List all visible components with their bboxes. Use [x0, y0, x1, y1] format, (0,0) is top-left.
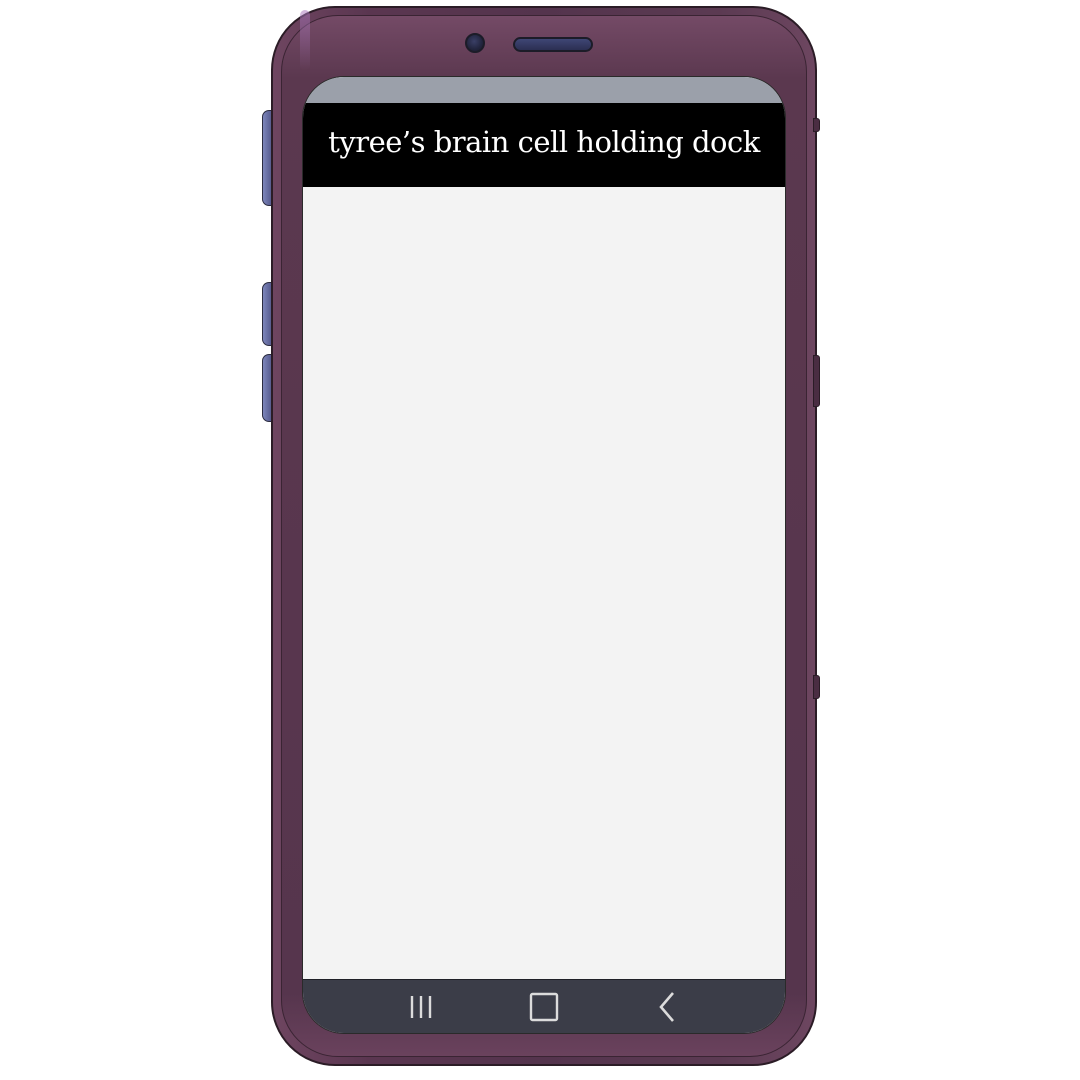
earpiece-speaker: [513, 37, 593, 52]
power-button[interactable]: [813, 118, 820, 132]
navigation-bar: [303, 979, 785, 1033]
recents-icon: [410, 995, 431, 1018]
front-camera-icon: [465, 33, 485, 53]
status-bar: [303, 77, 785, 103]
home-icon: [529, 992, 559, 1021]
page-title: tyree’s brain cell holding dock: [328, 125, 760, 159]
main-content: [303, 187, 785, 979]
back-button[interactable]: [637, 987, 697, 1027]
back-icon: [659, 991, 675, 1022]
app-header: tyree’s brain cell holding dock: [303, 103, 785, 187]
phone-screen: tyree’s brain cell holding dock: [302, 76, 786, 1034]
recents-button[interactable]: [391, 987, 451, 1027]
home-button[interactable]: [514, 987, 574, 1027]
frame-highlight: [300, 10, 310, 70]
side-key[interactable]: [813, 355, 820, 407]
side-key-lower: [813, 675, 820, 699]
